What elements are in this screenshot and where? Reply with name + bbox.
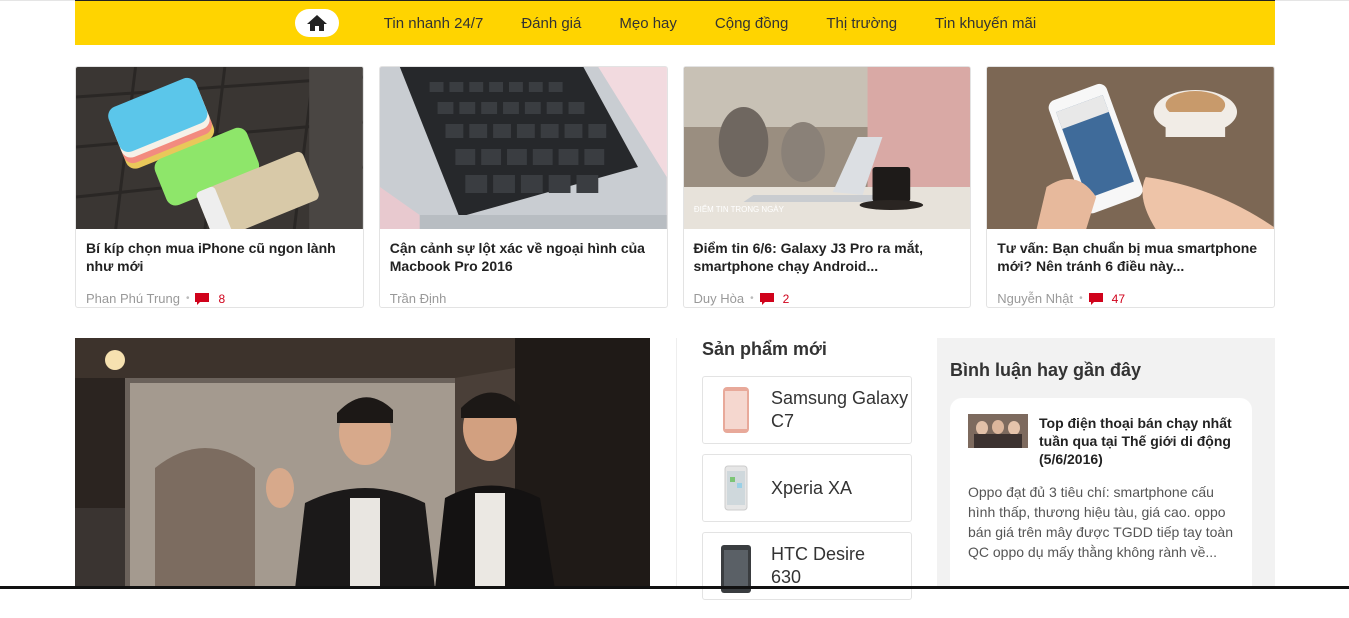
article-card[interactable]: Cận cảnh sự lột xác về ngoại hình của Ma… <box>378 66 668 308</box>
product-item[interactable]: HTC Desire 630 <box>702 532 912 600</box>
product-name[interactable]: Samsung Galaxy C7 <box>771 387 911 433</box>
meta-separator: • <box>1079 293 1083 304</box>
new-products-panel: Sản phẩm mới Samsung Galaxy C7 Xperia XA <box>702 338 912 610</box>
article-card[interactable]: ĐIỂM TIN TRONG NGÀY Điểm tin 6/6: Galaxy… <box>682 66 972 308</box>
product-image <box>723 387 749 433</box>
nav-item-tin-khuyen-mai[interactable]: Tin khuyến mãi <box>935 15 1036 32</box>
comment-count[interactable]: 2 <box>783 292 790 306</box>
article-title[interactable]: Bí kíp chọn mua iPhone cũ ngon lành như … <box>76 229 363 283</box>
comment-icon <box>1088 292 1103 305</box>
new-products-title: Sản phẩm mới <box>702 339 827 359</box>
meta-separator: • <box>750 293 754 304</box>
nav-item-meo-hay[interactable]: Mẹo hay <box>619 15 677 32</box>
article-author[interactable]: Duy Hòa <box>694 291 745 306</box>
article-meta: Nguyễn Nhật • 47 <box>987 283 1274 306</box>
nav-item-cong-dong[interactable]: Cộng đồng <box>715 15 788 32</box>
product-image <box>724 465 748 511</box>
article-thumbnail <box>76 67 363 229</box>
article-meta: Trần Định <box>380 283 667 306</box>
hero-article-image[interactable] <box>75 338 650 589</box>
nav-item-tin-nhanh[interactable]: Tin nhanh 24/7 <box>384 15 484 32</box>
article-thumbnail <box>379 67 667 229</box>
product-item[interactable]: Samsung Galaxy C7 <box>702 376 912 444</box>
nav-item-danh-gia[interactable]: Đánh giá <box>521 15 581 32</box>
product-name[interactable]: HTC Desire 630 <box>771 543 881 589</box>
article-author[interactable]: Nguyễn Nhật <box>997 291 1073 306</box>
product-name[interactable]: Xperia XA <box>771 477 852 500</box>
thumbnail-caption: ĐIỂM TIN TRONG NGÀY <box>693 205 784 214</box>
hero-photo <box>75 338 650 589</box>
article-author[interactable]: Trần Định <box>390 291 447 306</box>
comment-article-link[interactable]: Top điện thoại bán chạy nhất tuần qua tạ… <box>1039 414 1234 468</box>
article-thumbnail: ĐIỂM TIN TRONG NGÀY <box>683 67 971 229</box>
article-thumbnail <box>987 67 1274 229</box>
recent-comments-panel: Bình luận hay gần đây Top điện thoại bán… <box>937 338 1275 618</box>
main-nav: Tin nhanh 24/7 Đánh giá Mẹo hay Cộng đồn… <box>75 0 1275 45</box>
article-author[interactable]: Phan Phú Trung <box>86 291 180 306</box>
article-card[interactable]: Tư vấn: Bạn chuẩn bị mua smartphone mới?… <box>986 66 1275 308</box>
comment-article-thumbnail[interactable] <box>968 414 1028 448</box>
product-item[interactable]: Xperia XA <box>702 454 912 522</box>
nav-item-thi-truong[interactable]: Thị trường <box>826 15 897 32</box>
article-meta: Duy Hòa • 2 <box>684 283 971 306</box>
comment-text: Oppo đạt đủ 3 tiêu chí: smartphone cấu h… <box>968 484 1233 560</box>
featured-articles: Bí kíp chọn mua iPhone cũ ngon lành như … <box>75 66 1275 308</box>
comment-card: Top điện thoại bán chạy nhất tuần qua tạ… <box>950 398 1252 618</box>
article-title[interactable]: Tư vấn: Bạn chuẩn bị mua smartphone mới?… <box>987 229 1274 283</box>
comment-count[interactable]: 8 <box>218 292 225 306</box>
comment-icon <box>195 292 210 305</box>
article-card[interactable]: Bí kíp chọn mua iPhone cũ ngon lành như … <box>75 66 364 308</box>
article-title[interactable]: Cận cảnh sự lột xác về ngoại hình của Ma… <box>380 229 667 283</box>
home-icon <box>306 15 327 31</box>
home-button[interactable] <box>294 9 339 37</box>
meta-separator: • <box>185 293 190 304</box>
column-divider <box>676 338 677 589</box>
article-meta: Phan Phú Trung • 8 <box>76 283 363 306</box>
article-title[interactable]: Điểm tin 6/6: Galaxy J3 Pro ra mắt, smar… <box>684 229 971 283</box>
comment-count[interactable]: 47 <box>1112 292 1125 306</box>
recent-comments-title: Bình luận hay gần đây <box>950 360 1142 380</box>
comment-icon <box>759 292 774 305</box>
